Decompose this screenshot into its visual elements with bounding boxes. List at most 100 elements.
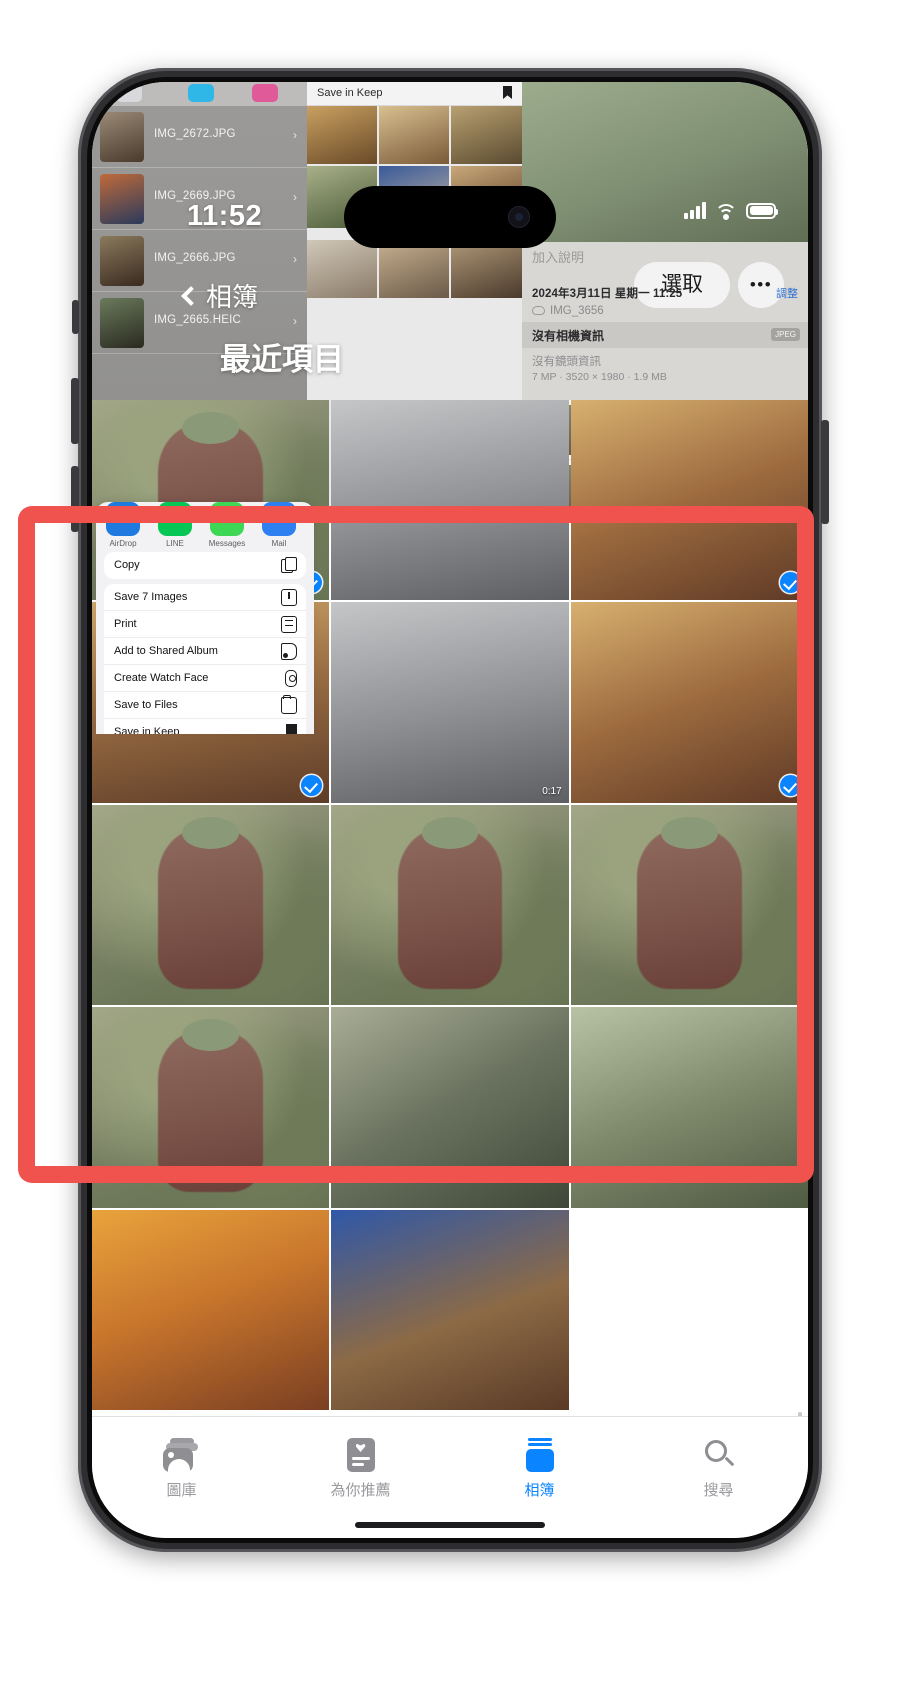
photo-cell[interactable] [92,1209,330,1410]
video-duration: 0:17 [542,785,562,797]
folder-icon [281,695,297,714]
adjust-link[interactable]: 調整 [776,285,798,301]
file-thumbnail [100,298,144,348]
keep-title: Save in Keep [317,87,383,99]
icloud-icon [532,306,545,316]
printer-icon [281,616,297,633]
tab-label: 為你推薦 [330,1482,391,1499]
menu-item-save-images[interactable]: Save 7 Images [104,584,306,611]
share-app-label: Messages [208,539,246,548]
menu-item-label: Create Watch Face [114,672,209,684]
file-name: IMG_2666.JPG [154,252,236,264]
photo-cell[interactable] [570,400,808,601]
bookmark-icon [503,86,512,99]
photo-cell[interactable] [331,1209,569,1410]
share-app-messages[interactable]: Messages [204,502,250,548]
photo-filename-row: IMG_3656 [532,305,604,317]
photo-date: 2024年3月11日 星期一 11:25 [532,288,683,300]
phone-screen: IMG_2672.JPG › IMG_2669.JPG › IMG_2666.J… [92,82,808,1538]
watch-icon [285,670,297,687]
search-icon [703,1438,735,1472]
shared-album-icon [281,643,297,660]
menu-item-add-shared-album[interactable]: Add to Shared Album [104,638,306,665]
tab-albums[interactable]: 相簿 [450,1417,629,1538]
share-app-airdrop[interactable]: AirDrop [100,502,146,548]
tab-bar: 圖庫 為你推薦 相簿 搜尋 [92,1416,808,1538]
selected-check-icon [779,774,801,796]
chevron-right-icon: › [293,190,297,204]
menu-item-save-to-files[interactable]: Save to Files [104,692,306,719]
share-app-line[interactable]: LINE [152,502,198,548]
file-thumbnail [100,174,144,224]
menu-item-label: Copy [114,559,140,571]
tab-for-you[interactable]: 為你推薦 [271,1417,450,1538]
photo-cell[interactable] [92,804,330,1006]
menu-item-label: Save 7 Images [114,591,188,603]
chevron-right-icon: › [293,314,297,328]
no-lens-info: 沒有鏡頭資訊 [532,356,601,368]
share-app-row: AirDrop LINE Messages Mail [96,502,314,548]
file-name: IMG_2665.HEIC [154,314,241,326]
tab-label: 相簿 [524,1482,555,1499]
mute-switch[interactable] [72,300,79,334]
airdrop-icon [106,502,140,536]
menu-item-create-watch-face[interactable]: Create Watch Face [104,665,306,692]
home-indicator[interactable] [355,1522,545,1528]
chevron-left-icon [181,285,201,306]
no-camera-info: 沒有相機資訊 [532,329,605,343]
tab-library[interactable]: 圖庫 [92,1417,271,1538]
front-camera-icon [508,206,530,228]
volume-down-button[interactable] [71,466,79,532]
photo-cell[interactable] [331,804,569,1006]
photo-cell[interactable] [570,804,808,1006]
tab-label: 搜尋 [703,1482,734,1499]
photo-cell[interactable] [331,1007,569,1208]
share-menu-card-primary: Copy [104,552,306,579]
format-badge: JPEG [771,328,800,341]
for-you-icon [346,1438,375,1472]
selected-check-icon [301,774,323,796]
file-name: IMG_2672.JPG [154,128,236,140]
status-bar-time: 11:52 [187,200,263,232]
copy-icon [281,557,297,574]
status-bar-indicators [684,202,778,220]
menu-item-save-in-keep[interactable]: Save in Keep [104,719,306,734]
menu-item-print[interactable]: Print [104,611,306,638]
tab-search[interactable]: 搜尋 [629,1417,808,1538]
volume-up-button[interactable] [71,378,79,444]
photo-cell-empty [570,1209,808,1410]
photo-cell[interactable]: 0:17 [331,602,569,803]
tab-label: 圖庫 [166,1482,197,1499]
app-icon-heic [252,84,278,102]
grid-thumb [451,106,522,164]
photo-cell[interactable] [331,400,569,601]
cellular-bars-icon [684,202,706,219]
menu-item-label: Print [114,618,137,630]
photo-cell[interactable] [570,602,808,803]
photo-library-icon [162,1438,202,1472]
mail-icon [262,502,296,536]
share-app-label: LINE [166,539,184,548]
page-title: 最近項目 [220,342,344,377]
menu-item-label: Add to Shared Album [114,645,218,657]
chevron-right-icon: › [293,252,297,266]
dynamic-island [344,186,556,248]
file-thumbnail [100,236,144,286]
app-icon-albums [116,84,142,102]
power-button[interactable] [821,420,829,524]
photo-cell[interactable] [92,1007,330,1208]
share-app-label: Mail [271,539,287,548]
selected-check-icon [779,572,801,594]
menu-item-copy[interactable]: Copy [104,552,306,579]
photo-cell[interactable] [570,1007,808,1208]
chevron-right-icon: › [293,128,297,142]
add-caption-field[interactable]: 加入說明 [532,247,584,266]
grid-thumb [379,106,449,164]
photo-filename: IMG_3656 [550,305,604,317]
share-app-mail[interactable]: Mail [256,502,302,548]
file-row[interactable]: IMG_2672.JPG › [92,106,307,168]
screenshot-root: IMG_2672.JPG › IMG_2669.JPG › IMG_2666.J… [0,0,900,1701]
grid-thumb [451,240,522,298]
back-button[interactable]: 相簿 [181,277,258,314]
photo-specs: 7 MP · 3520 × 1980 · 1.9 MB [532,371,667,383]
